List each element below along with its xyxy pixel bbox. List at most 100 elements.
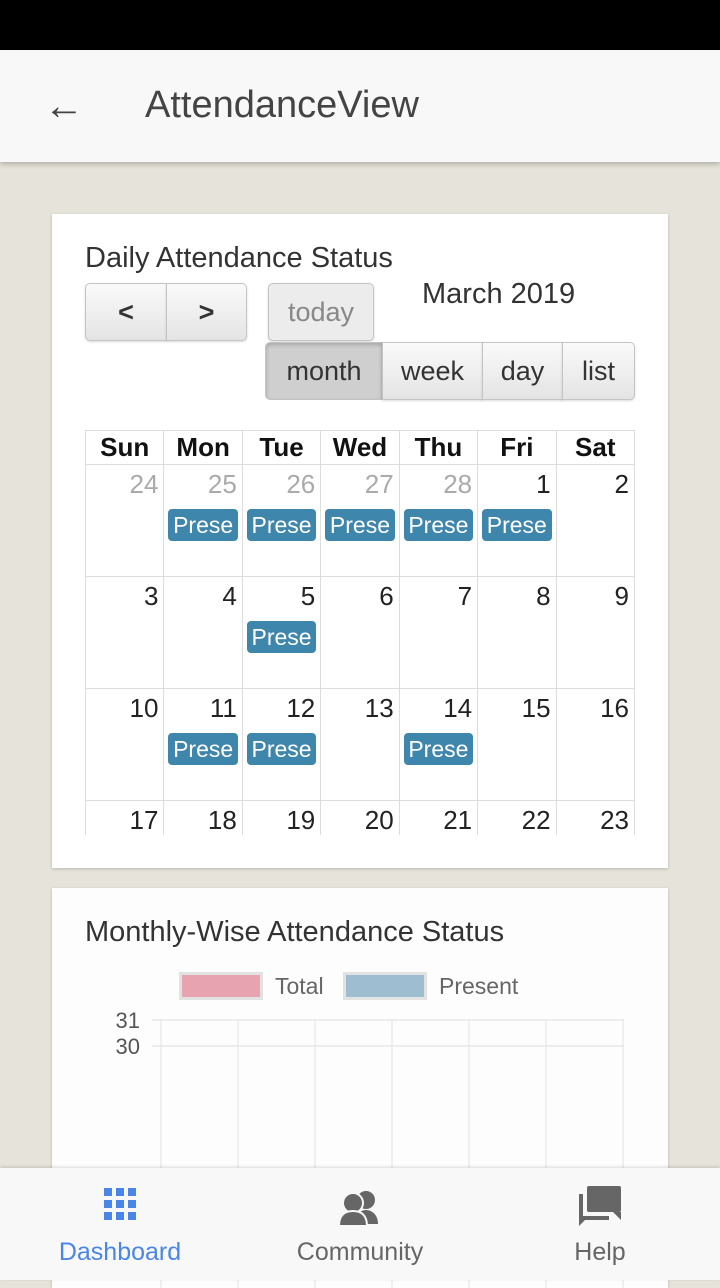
day-cell[interactable]: 6 <box>320 576 400 689</box>
day-cell[interactable]: 24 <box>85 464 165 577</box>
day-cell[interactable]: 20 <box>320 800 400 835</box>
weekday-thu: Thu <box>398 430 479 465</box>
day-number[interactable]: 22 <box>522 805 551 835</box>
day-number[interactable]: 20 <box>365 805 394 835</box>
y-tick-label: 31 <box>116 1008 140 1033</box>
nav-dashboard[interactable]: Dashboard <box>20 1168 220 1280</box>
day-number[interactable]: 8 <box>536 581 550 611</box>
day-cell[interactable]: 17 <box>85 800 165 835</box>
day-cell[interactable]: 12 Prese <box>241 688 322 801</box>
nav-help[interactable]: Help <box>500 1168 700 1280</box>
weekday-wed: Wed <box>320 430 400 465</box>
app-bar: ← AttendanceView <box>0 50 720 162</box>
day-cell[interactable]: 26 Prese <box>241 464 322 577</box>
day-cell[interactable]: 11 Prese <box>163 688 243 801</box>
day-cell[interactable]: 18 <box>163 800 243 835</box>
day-cell[interactable]: 4 <box>163 576 243 689</box>
day-number[interactable]: 28 <box>443 469 472 499</box>
next-button[interactable]: > <box>166 283 247 341</box>
day-cell[interactable]: 9 <box>555 576 635 689</box>
attendance-event[interactable]: Prese <box>246 621 317 653</box>
view-list-button[interactable]: list <box>562 342 635 400</box>
day-number[interactable]: 23 <box>600 805 629 835</box>
day-cell[interactable]: 13 <box>320 688 400 801</box>
view-month-button[interactable]: month <box>265 342 383 400</box>
attendance-event[interactable]: Prese <box>168 733 238 765</box>
nav-label: Dashboard <box>58 1238 182 1266</box>
calendar-grid[interactable]: 24 25 Prese 26 Prese 27 Prese 28 Prese 1 Prese 2 3 4 5… <box>85 464 635 835</box>
attendance-event[interactable]: Prese <box>168 509 238 541</box>
month-label: March 2019 <box>422 278 576 310</box>
card-title: Daily Attendance Status <box>85 242 393 274</box>
bottom-nav: Dashboard Community Help <box>0 1168 720 1280</box>
attendance-event[interactable]: Prese <box>482 509 552 541</box>
day-cell[interactable]: 21 <box>398 800 479 835</box>
today-button[interactable]: today <box>268 283 374 341</box>
day-cell[interactable]: 8 <box>477 576 557 689</box>
day-cell[interactable]: 19 <box>241 800 322 835</box>
calendar-week: 10 11 Prese 12 Prese 13 14 Prese 15 16 <box>85 688 635 801</box>
day-number[interactable]: 2 <box>615 469 629 499</box>
day-number[interactable]: 13 <box>365 693 394 723</box>
attendance-event[interactable]: Prese <box>246 733 317 765</box>
day-number[interactable]: 26 <box>286 469 315 499</box>
chat-icon <box>579 1186 621 1226</box>
day-cell[interactable]: 15 <box>477 688 557 801</box>
view-day-button[interactable]: day <box>482 342 563 400</box>
day-cell[interactable]: 5 Prese <box>241 576 322 689</box>
nav-label: Help <box>574 1238 626 1266</box>
attendance-event[interactable]: Prese <box>325 509 395 541</box>
day-cell[interactable]: 16 <box>555 688 635 801</box>
day-number[interactable]: 24 <box>130 469 159 499</box>
weekday-tue: Tue <box>241 430 322 465</box>
weekday-header: Sun Mon Tue Wed Thu Fri Sat <box>84 430 636 465</box>
day-number[interactable]: 15 <box>522 693 551 723</box>
day-number[interactable]: 7 <box>458 581 472 611</box>
day-cell[interactable]: 27 Prese <box>320 464 400 577</box>
day-number[interactable]: 27 <box>365 469 394 499</box>
day-cell[interactable]: 3 <box>85 576 165 689</box>
day-number[interactable]: 10 <box>130 693 159 723</box>
day-number[interactable]: 11 <box>210 693 237 723</box>
nav-community[interactable]: Community <box>260 1168 460 1280</box>
weekday-fri: Fri <box>477 430 557 465</box>
day-number[interactable]: 1 <box>536 469 550 499</box>
attendance-event[interactable]: Prese <box>403 509 474 541</box>
status-bar <box>0 0 720 50</box>
day-number[interactable]: 6 <box>379 581 393 611</box>
calendar-week: 24 25 Prese 26 Prese 27 Prese 28 Prese 1 Prese 2 <box>85 464 635 577</box>
day-cell[interactable]: 28 Prese <box>398 464 479 577</box>
day-number[interactable]: 12 <box>286 693 315 723</box>
grid-icon <box>104 1188 136 1220</box>
day-number[interactable]: 9 <box>615 581 629 611</box>
day-number[interactable]: 4 <box>222 581 236 611</box>
day-number[interactable]: 18 <box>208 805 237 835</box>
back-arrow-icon[interactable]: ← <box>44 86 84 126</box>
weekday-sun: Sun <box>84 430 165 465</box>
attendance-event[interactable]: Prese <box>246 509 317 541</box>
prev-button[interactable]: < <box>85 283 167 341</box>
day-cell[interactable]: 1 Prese <box>477 464 557 577</box>
day-number[interactable]: 25 <box>208 469 237 499</box>
day-cell[interactable]: 22 <box>477 800 557 835</box>
day-cell[interactable]: 14 Prese <box>398 688 479 801</box>
calendar-week: 3 4 5 Prese 6 7 8 9 <box>85 576 635 689</box>
y-tick-label: 30 <box>116 1034 140 1059</box>
view-week-button[interactable]: week <box>382 342 483 400</box>
day-cell[interactable]: 7 <box>398 576 479 689</box>
day-cell[interactable]: 2 <box>555 464 635 577</box>
community-icon <box>339 1191 378 1226</box>
day-number[interactable]: 5 <box>301 581 315 611</box>
attendance-event[interactable]: Prese <box>403 733 474 765</box>
day-number[interactable]: 19 <box>286 805 315 835</box>
day-number[interactable]: 14 <box>443 693 472 723</box>
day-cell[interactable]: 23 <box>555 800 635 835</box>
day-number[interactable]: 21 <box>443 805 472 835</box>
day-cell[interactable]: 25 Prese <box>163 464 243 577</box>
day-number[interactable]: 16 <box>600 693 629 723</box>
day-number[interactable]: 3 <box>144 581 158 611</box>
day-number[interactable]: 17 <box>130 805 159 835</box>
weekday-mon: Mon <box>163 430 243 465</box>
calendar-week: 17 18 19 20 21 22 23 <box>85 800 635 835</box>
day-cell[interactable]: 10 <box>85 688 165 801</box>
